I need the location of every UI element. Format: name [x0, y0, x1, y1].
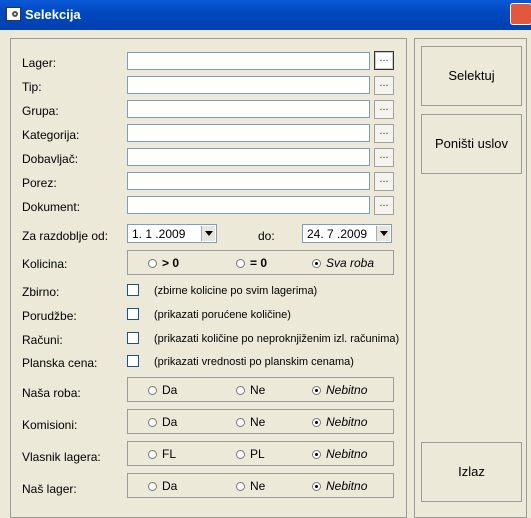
- label-do: do:: [258, 229, 275, 243]
- porez-input[interactable]: [127, 172, 370, 190]
- label-porez: Porez:: [22, 176, 57, 190]
- kolicina-option-eq0[interactable]: = 0: [236, 256, 267, 270]
- reset-condition-button[interactable]: Poništi uslov: [421, 114, 522, 174]
- radio-selected-icon: [312, 482, 321, 491]
- label-grupa: Grupa:: [22, 104, 59, 118]
- kategorija-input[interactable]: [127, 124, 370, 142]
- porez-browse-button[interactable]: ...: [374, 172, 394, 191]
- dokument-input[interactable]: [127, 196, 370, 214]
- radio-icon: [148, 418, 157, 427]
- date-to-select[interactable]: 24. 7 .2009: [302, 224, 392, 243]
- nasa-roba-option-nebitno[interactable]: Nebitno: [312, 383, 367, 397]
- komisioni-option-da[interactable]: Da: [148, 415, 177, 429]
- porudzbe-note: (prikazati porućene količine): [154, 309, 291, 321]
- label-kategorija: Kategorija:: [22, 128, 80, 142]
- planska-cena-note: (prikazati vrednosti po planskim cenama): [154, 356, 354, 368]
- radio-icon: [236, 482, 245, 491]
- grupa-input[interactable]: [127, 100, 370, 118]
- date-from-select[interactable]: 1. 1 .2009: [127, 224, 217, 243]
- radio-icon: [236, 450, 245, 459]
- radio-icon: [148, 259, 157, 268]
- label-nas-lager: Naš lager:: [22, 482, 77, 496]
- radio-icon: [236, 386, 245, 395]
- radio-selected-icon: [312, 418, 321, 427]
- date-to-value: 24. 7 .2009: [307, 227, 368, 241]
- label-racuni: Računi:: [22, 333, 63, 347]
- racuni-checkbox[interactable]: [127, 332, 139, 344]
- nasa-roba-radio-group: Da Ne Nebitno: [127, 377, 394, 402]
- porudzbe-checkbox[interactable]: [127, 308, 139, 320]
- tip-input[interactable]: [127, 76, 370, 94]
- radio-icon: [236, 418, 245, 427]
- label-planska-cena: Planska cena:: [22, 356, 98, 370]
- tip-browse-button[interactable]: ...: [374, 76, 394, 95]
- label-porudzbe: Porudžbe:: [22, 309, 77, 323]
- radio-icon: [236, 259, 245, 268]
- vlasnik-lagera-radio-group: FL PL Nebitno: [127, 441, 394, 466]
- label-zbirno: Zbirno:: [22, 285, 60, 299]
- komisioni-option-nebitno[interactable]: Nebitno: [312, 415, 367, 429]
- radio-icon: [148, 386, 157, 395]
- racuni-note: (prikazati količine po neproknjiženim iz…: [154, 333, 400, 345]
- chevron-down-icon[interactable]: [376, 226, 390, 241]
- kolicina-option-all[interactable]: Sva roba: [312, 256, 374, 270]
- radio-selected-icon: [312, 450, 321, 459]
- label-dokument: Dokument:: [22, 200, 81, 214]
- nas-lager-option-da[interactable]: Da: [148, 479, 177, 493]
- select-button[interactable]: Selektuj: [421, 46, 522, 106]
- radio-selected-icon: [312, 386, 321, 395]
- kolicina-option-gt0[interactable]: > 0: [148, 256, 179, 270]
- radio-icon: [148, 482, 157, 491]
- planska-cena-checkbox[interactable]: [127, 355, 139, 367]
- nasa-roba-option-da[interactable]: Da: [148, 383, 177, 397]
- komisioni-radio-group: Da Ne Nebitno: [127, 409, 394, 434]
- vlasnik-option-pl[interactable]: PL: [236, 447, 265, 461]
- lager-input[interactable]: [127, 52, 370, 70]
- komisioni-option-ne[interactable]: Ne: [236, 415, 265, 429]
- dokument-browse-button[interactable]: ...: [374, 196, 394, 215]
- zbirno-note: (zbirne kolicine po svim lagerima): [154, 285, 318, 297]
- exit-button[interactable]: Izlaz: [421, 442, 522, 502]
- lager-browse-button[interactable]: ...: [374, 51, 394, 70]
- label-period: Za razdoblje od:: [22, 229, 109, 243]
- label-lager: Lager:: [22, 56, 57, 70]
- chevron-down-icon[interactable]: [201, 226, 215, 241]
- nas-lager-option-ne[interactable]: Ne: [236, 479, 265, 493]
- dobavljac-input[interactable]: [127, 148, 370, 166]
- close-button[interactable]: [510, 3, 531, 25]
- window-title: Selekcija: [25, 7, 81, 22]
- vlasnik-option-nebitno[interactable]: Nebitno: [312, 447, 367, 461]
- zbirno-checkbox[interactable]: [127, 284, 139, 296]
- grupa-browse-button[interactable]: ...: [374, 100, 394, 119]
- label-kolicina: Kolicina:: [22, 257, 68, 271]
- kategorija-browse-button[interactable]: ...: [374, 124, 394, 143]
- kolicina-radio-group: > 0 = 0 Sva roba: [127, 250, 394, 275]
- label-vlasnik-lagera: Vlasnik lagera:: [22, 450, 101, 464]
- dobavljac-browse-button[interactable]: ...: [374, 148, 394, 167]
- radio-selected-icon: [312, 259, 321, 268]
- nas-lager-option-nebitno[interactable]: Nebitno: [312, 479, 367, 493]
- label-tip: Tip:: [22, 80, 42, 94]
- label-dobavljac: Dobavljač:: [22, 152, 79, 166]
- date-from-value: 1. 1 .2009: [132, 227, 186, 241]
- search-icon: [6, 7, 21, 21]
- nas-lager-radio-group: Da Ne Nebitno: [127, 473, 394, 498]
- label-nasa-roba: Naša roba:: [22, 386, 81, 400]
- label-komisioni: Komisioni:: [22, 418, 78, 432]
- vlasnik-option-fl[interactable]: FL: [148, 447, 176, 461]
- nasa-roba-option-ne[interactable]: Ne: [236, 383, 265, 397]
- title-bar: Selekcija: [0, 0, 531, 30]
- radio-icon: [148, 450, 157, 459]
